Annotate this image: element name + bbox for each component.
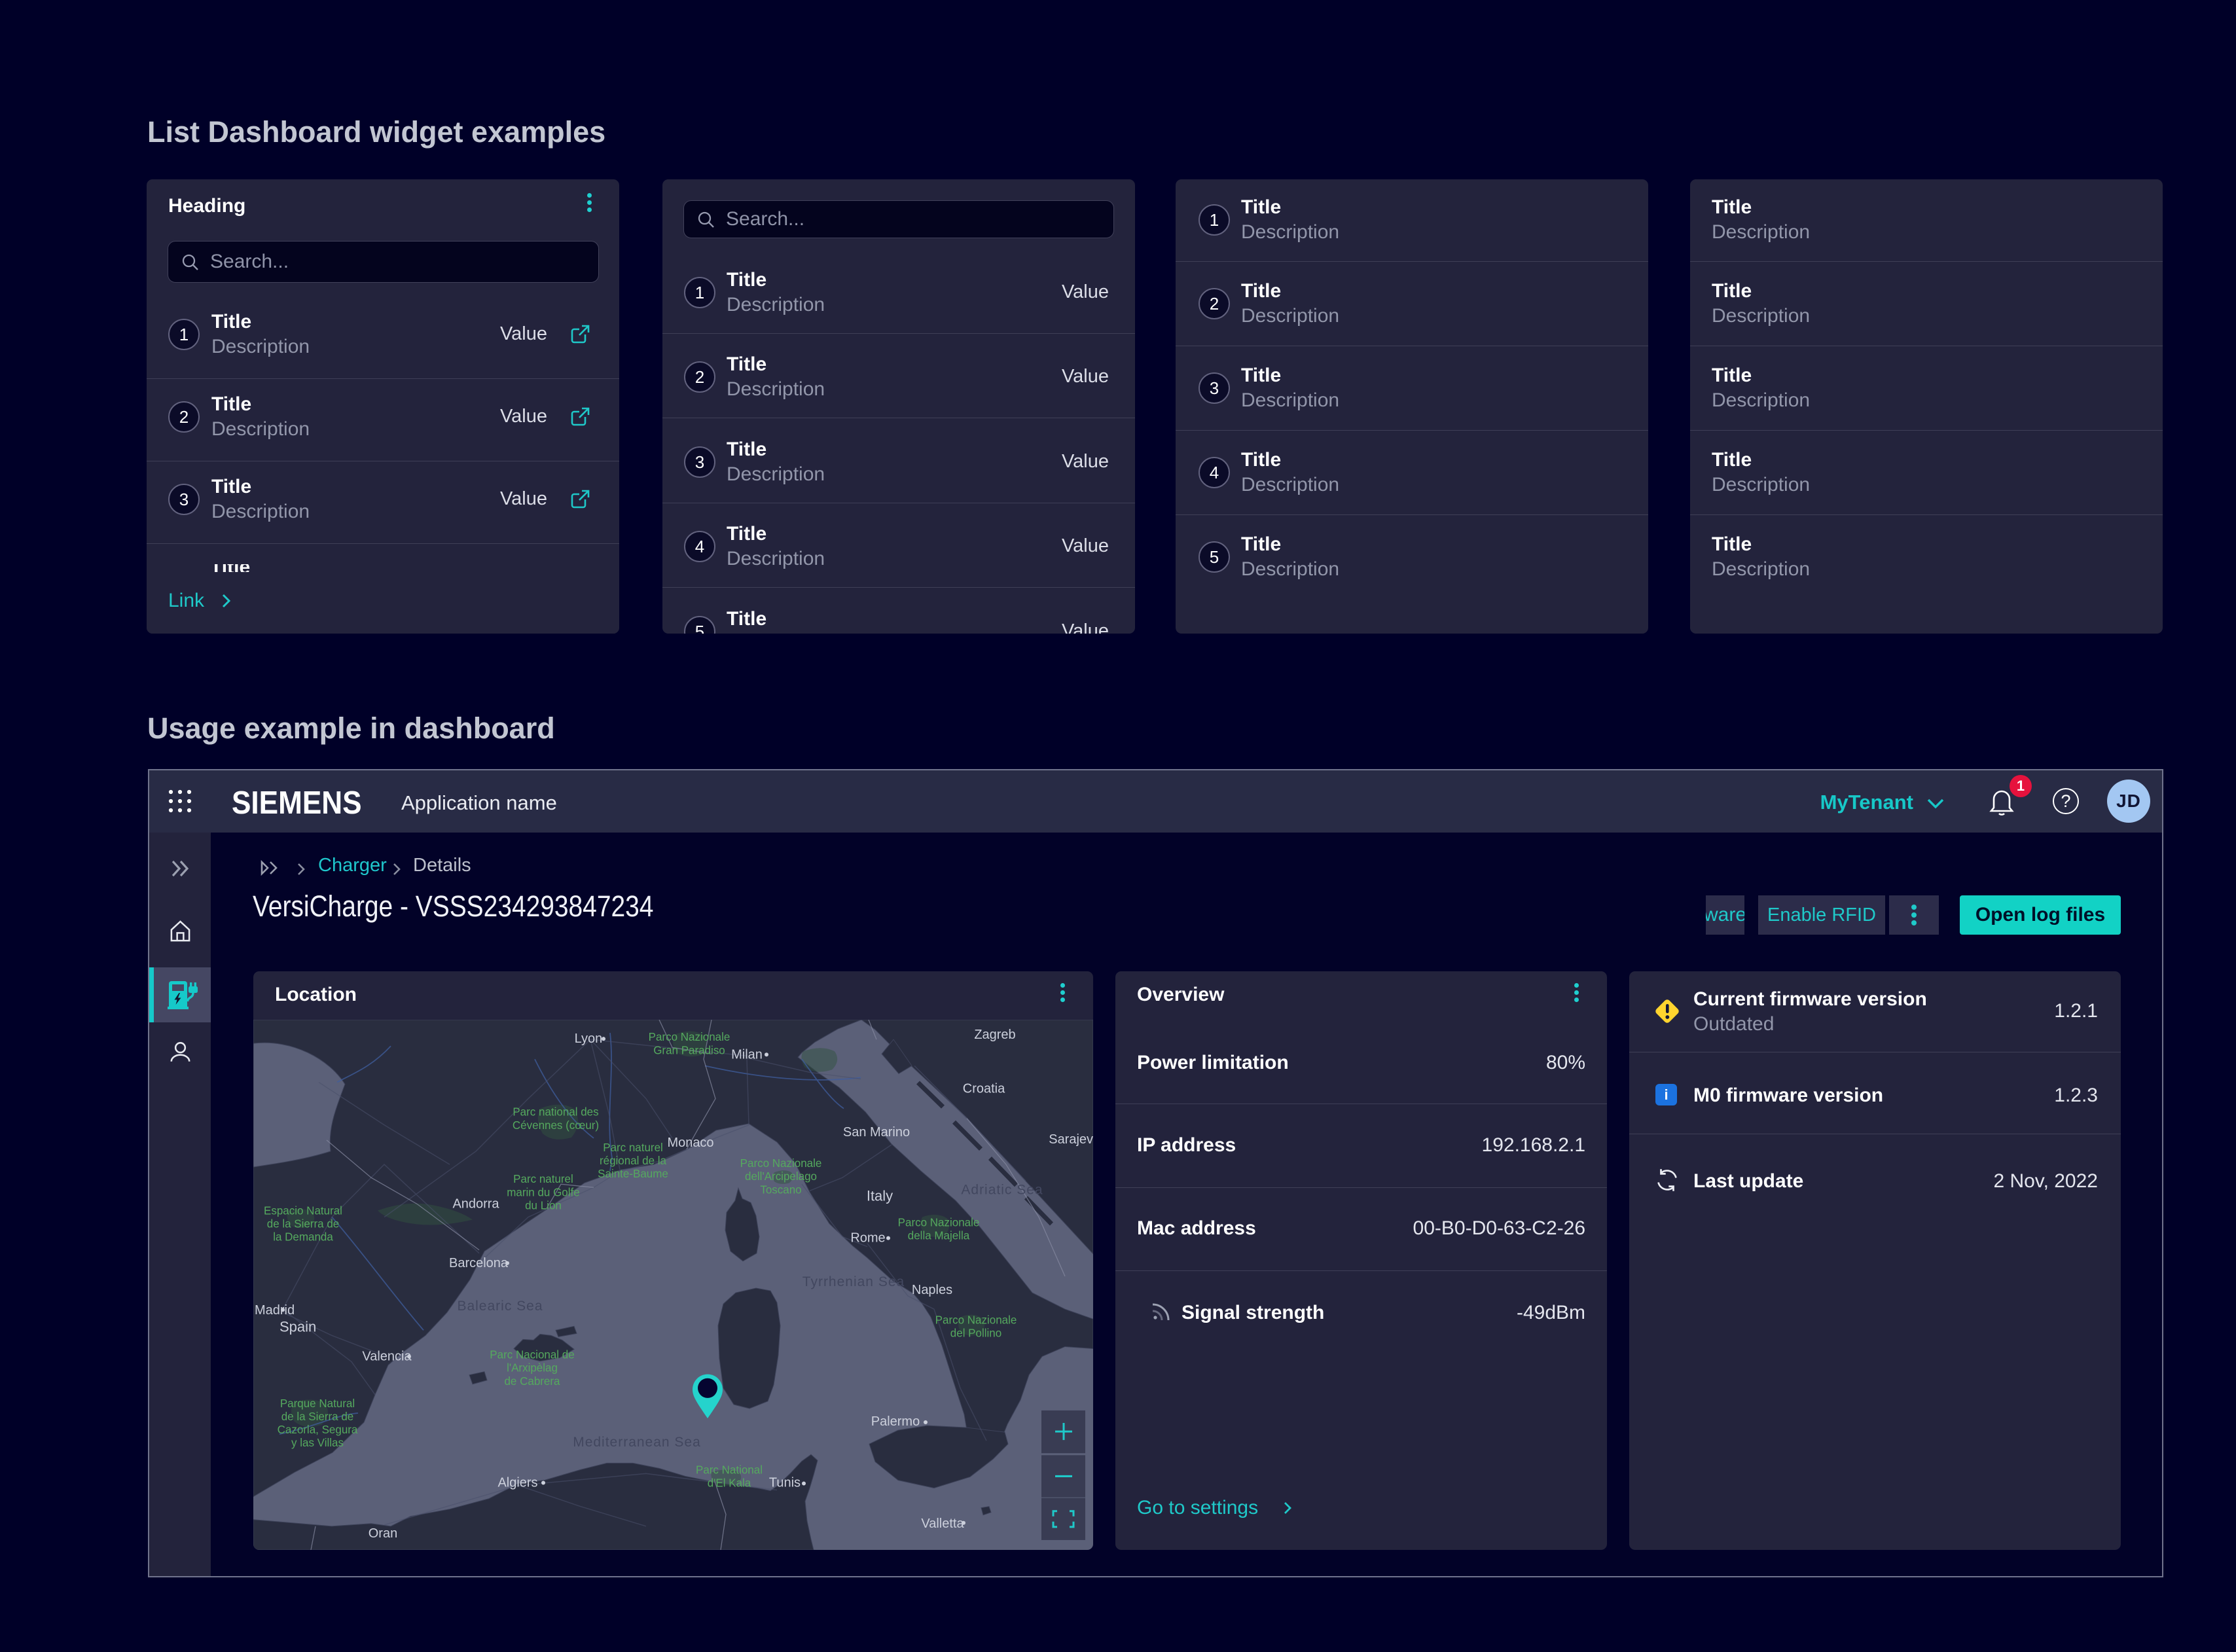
svg-text:Zagreb: Zagreb xyxy=(974,1028,1015,1042)
svg-text:du Lion: du Lion xyxy=(525,1199,562,1212)
svg-text:San Marino: San Marino xyxy=(843,1125,910,1140)
svg-text:régional de la: régional de la xyxy=(600,1155,667,1167)
svg-text:Parco Nazionale: Parco Nazionale xyxy=(935,1314,1017,1326)
svg-text:Tunis: Tunis xyxy=(769,1475,801,1490)
svg-text:dell'Arcipelago: dell'Arcipelago xyxy=(745,1170,817,1183)
svg-text:marin du Golfe: marin du Golfe xyxy=(507,1186,579,1198)
svg-text:Sainte-Baume: Sainte-Baume xyxy=(598,1168,668,1180)
svg-text:Algiers: Algiers xyxy=(497,1475,537,1490)
svg-text:Lyon: Lyon xyxy=(575,1032,603,1046)
svg-text:Cévennes (cœur): Cévennes (cœur) xyxy=(513,1119,599,1132)
svg-text:de la Sierra de: de la Sierra de xyxy=(267,1218,340,1230)
svg-text:Parc naturel: Parc naturel xyxy=(513,1173,573,1185)
svg-text:Parque Natural: Parque Natural xyxy=(280,1397,355,1410)
svg-text:Adriatic Sea: Adriatic Sea xyxy=(961,1182,1043,1197)
svg-text:Sarajev: Sarajev xyxy=(1049,1132,1093,1147)
svg-text:del Pollino: del Pollino xyxy=(950,1327,1001,1339)
svg-text:Parc National: Parc National xyxy=(696,1463,763,1476)
svg-text:Valencia: Valencia xyxy=(362,1350,412,1364)
svg-text:d'El Kala: d'El Kala xyxy=(708,1477,751,1489)
svg-text:Valletta: Valletta xyxy=(921,1517,964,1531)
svg-text:de Cabrera: de Cabrera xyxy=(504,1375,560,1388)
svg-text:l'Arxipèlag: l'Arxipèlag xyxy=(507,1362,558,1374)
svg-text:Gran Paradiso: Gran Paradiso xyxy=(653,1044,725,1056)
svg-text:Parco Nazionale: Parco Nazionale xyxy=(649,1031,730,1043)
svg-text:Milan: Milan xyxy=(731,1047,763,1062)
svg-text:Rome: Rome xyxy=(850,1231,885,1246)
svg-text:Oran: Oran xyxy=(369,1526,397,1541)
svg-text:Monaco: Monaco xyxy=(667,1136,713,1150)
svg-text:Madrid: Madrid xyxy=(255,1303,295,1318)
svg-text:Espacio Natural: Espacio Natural xyxy=(264,1204,342,1217)
svg-text:Croatia: Croatia xyxy=(963,1082,1005,1096)
svg-text:Spain: Spain xyxy=(280,1318,316,1335)
svg-text:la Demanda: la Demanda xyxy=(273,1231,333,1244)
svg-text:Balearic Sea: Balearic Sea xyxy=(457,1299,543,1314)
svg-text:Parc Nacional de: Parc Nacional de xyxy=(490,1349,574,1361)
svg-text:Barcelona: Barcelona xyxy=(449,1256,509,1270)
svg-text:Andorra: Andorra xyxy=(452,1196,499,1211)
svg-text:Parc national des: Parc national des xyxy=(513,1106,598,1119)
svg-text:Toscano: Toscano xyxy=(760,1183,801,1196)
svg-text:Italy: Italy xyxy=(867,1187,893,1204)
svg-text:Parc naturel: Parc naturel xyxy=(603,1141,663,1154)
svg-text:Parco Nazionale: Parco Nazionale xyxy=(898,1217,980,1229)
svg-text:Tyrrhenian Sea: Tyrrhenian Sea xyxy=(802,1274,905,1289)
svg-text:Parco Nazionale: Parco Nazionale xyxy=(740,1157,822,1170)
svg-text:della Majella: della Majella xyxy=(908,1230,970,1242)
svg-text:Naples: Naples xyxy=(912,1283,952,1297)
svg-text:Cazorla, Segura: Cazorla, Segura xyxy=(278,1424,358,1436)
svg-text:Palermo: Palermo xyxy=(871,1414,920,1429)
svg-text:y las Villas: y las Villas xyxy=(291,1437,344,1449)
svg-text:de la Sierra de: de la Sierra de xyxy=(281,1410,354,1423)
svg-text:Mediterranean Sea: Mediterranean Sea xyxy=(573,1435,701,1450)
